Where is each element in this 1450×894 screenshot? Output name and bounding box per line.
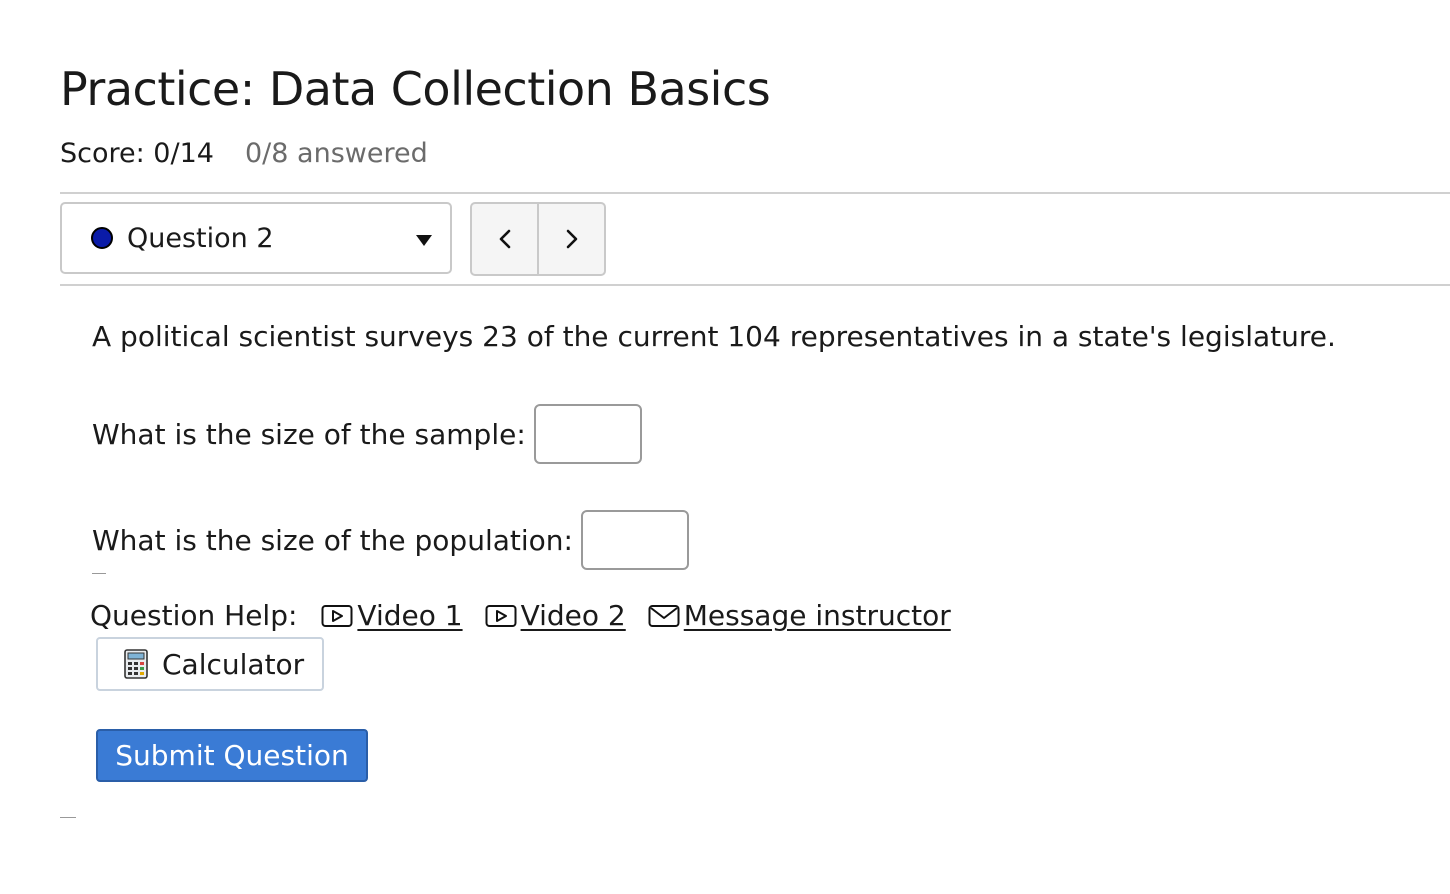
chevron-left-icon (499, 229, 510, 249)
page: Practice: Data Collection Basics Score: … (0, 0, 1450, 894)
question-status-dot (91, 227, 113, 249)
video-2-link[interactable]: Video 2 (485, 599, 626, 632)
question-nav-buttons (470, 202, 606, 276)
calculator-icon (124, 649, 148, 679)
answered-count: 0/8 answered (245, 138, 428, 169)
sample-size-label: What is the size of the sample: (92, 417, 526, 451)
question-select-label: Question 2 (127, 222, 274, 254)
top-divider (60, 192, 1450, 194)
envelope-icon (648, 604, 680, 627)
video-icon (321, 604, 353, 627)
video-1-label: Video 1 (357, 599, 463, 632)
nav-divider (60, 284, 1450, 286)
sample-size-input[interactable] (533, 404, 642, 464)
question-select[interactable]: Question 2 (60, 202, 452, 274)
video-1-link[interactable]: Video 1 (321, 599, 463, 632)
submit-question-button[interactable]: Submit Question (96, 729, 368, 782)
previous-question-button[interactable] (472, 204, 537, 274)
next-question-button[interactable] (537, 204, 604, 274)
message-instructor-link[interactable]: Message instructor (648, 599, 951, 632)
video-icon (485, 604, 517, 627)
video-2-label: Video 2 (520, 599, 626, 632)
page-title: Practice: Data Collection Basics (60, 62, 771, 116)
chevron-right-icon (566, 229, 577, 249)
question-help-label: Question Help: (90, 599, 298, 632)
caret-down-icon (416, 235, 432, 246)
sample-size-row: What is the size of the sample: (92, 404, 642, 464)
population-size-label: What is the size of the population: (92, 523, 573, 557)
calculator-label: Calculator (162, 647, 305, 681)
population-size-input[interactable] (580, 510, 689, 570)
question-help: Question Help: Video 1 Video 2 Message i… (90, 599, 951, 632)
calculator-button[interactable]: Calculator (96, 637, 324, 691)
question-prompt: A political scientist surveys 23 of the … (92, 320, 1336, 353)
separator-mark (60, 817, 76, 818)
separator-mark (92, 573, 106, 574)
score-label: Score: 0/14 (60, 138, 214, 169)
population-size-row: What is the size of the population: (92, 510, 689, 570)
message-instructor-label: Message instructor (683, 599, 951, 632)
